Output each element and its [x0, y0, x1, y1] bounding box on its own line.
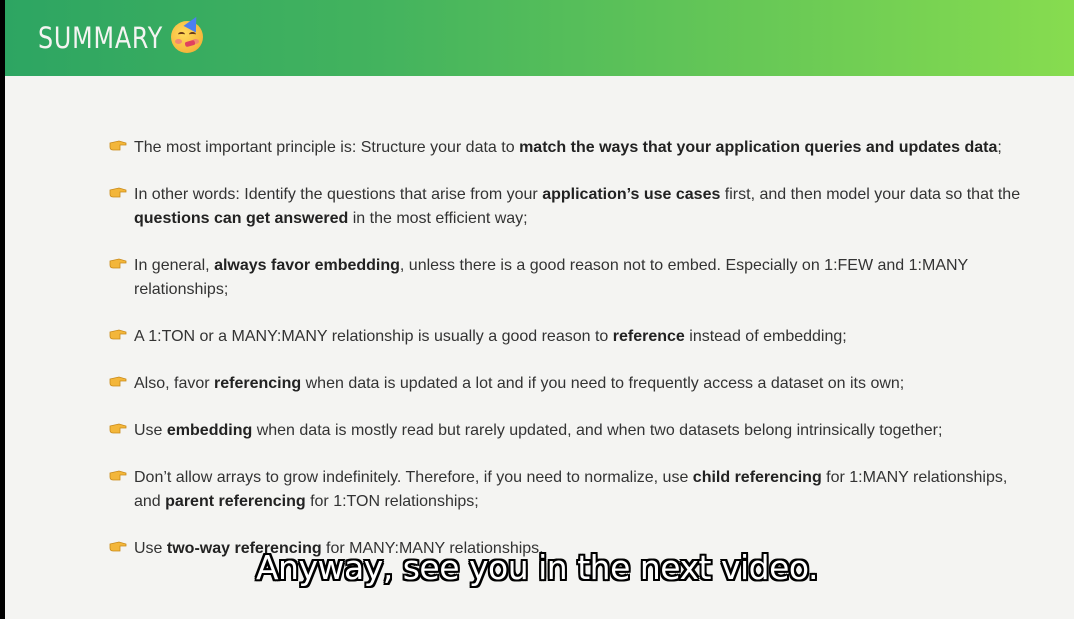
- video-subtitle: Anyway, see you in the next video.: [255, 548, 819, 587]
- body-text: when data is updated a lot and if you ne…: [301, 375, 905, 392]
- body-text: Also, favor: [134, 375, 215, 392]
- list-item-text: In other words: Identify the questions t…: [134, 183, 1024, 230]
- pointing-hand-icon: [109, 376, 127, 387]
- list-item-text: Also, favor referencing when data is upd…: [134, 372, 1024, 396]
- pointing-hand-icon: [109, 423, 127, 434]
- body-text: The most important principle is: Structu…: [134, 139, 520, 156]
- list-item-text: Use embedding when data is mostly read b…: [134, 419, 1024, 443]
- pointing-hand-icon: [109, 258, 127, 269]
- emphasis-text: referencing: [214, 375, 302, 392]
- pointing-hand-icon: [109, 187, 127, 198]
- pointing-hand-icon: [109, 470, 127, 481]
- body-text: in the most efficient way;: [348, 209, 528, 227]
- list-item-text: In general, always favor embedding, unle…: [134, 254, 1024, 301]
- list-item-text: The most important principle is: Structu…: [134, 136, 1024, 160]
- pointing-hand-icon: [109, 140, 127, 151]
- body-text: when data is mostly read but rarely upda…: [252, 422, 943, 439]
- list-item-text: Don’t allow arrays to grow indefinitely.…: [134, 466, 1024, 513]
- body-text: ;: [997, 139, 1002, 156]
- emphasis-text: embedding: [166, 422, 253, 439]
- list-item-text: A 1:TON or a MANY:MANY relationship is u…: [134, 325, 1024, 349]
- body-text: Don’t allow arrays to grow indefinitely.…: [134, 469, 693, 486]
- body-text: instead of embedding;: [684, 328, 847, 345]
- emphasis-text: always favor embedding: [214, 257, 400, 274]
- body-text: A 1:TON or a MANY:MANY relationship is u…: [134, 328, 613, 345]
- slide-header: SUMMARY: [5, 0, 1074, 76]
- body-text: for 1:TON relationships;: [305, 492, 479, 510]
- emphasis-text: parent referencing: [165, 492, 306, 510]
- pointing-hand-icon: [109, 329, 127, 340]
- slide: SUMMARY The most important principle is:…: [5, 0, 1074, 619]
- emphasis-text: questions can get answered: [134, 209, 349, 227]
- emphasis-text: reference: [612, 328, 685, 345]
- emphasis-text: match the ways that your application que…: [519, 139, 998, 156]
- slide-title: SUMMARY: [38, 21, 164, 55]
- body-text: first, and then model your data so that …: [720, 186, 1021, 203]
- emphasis-text: application’s use cases: [542, 186, 721, 203]
- partying-face-icon: [171, 13, 203, 53]
- body-text: Use: [134, 422, 167, 439]
- body-text: In general,: [134, 257, 215, 274]
- emphasis-text: child referencing: [692, 469, 822, 486]
- body-text: In other words: Identify the questions t…: [134, 186, 543, 203]
